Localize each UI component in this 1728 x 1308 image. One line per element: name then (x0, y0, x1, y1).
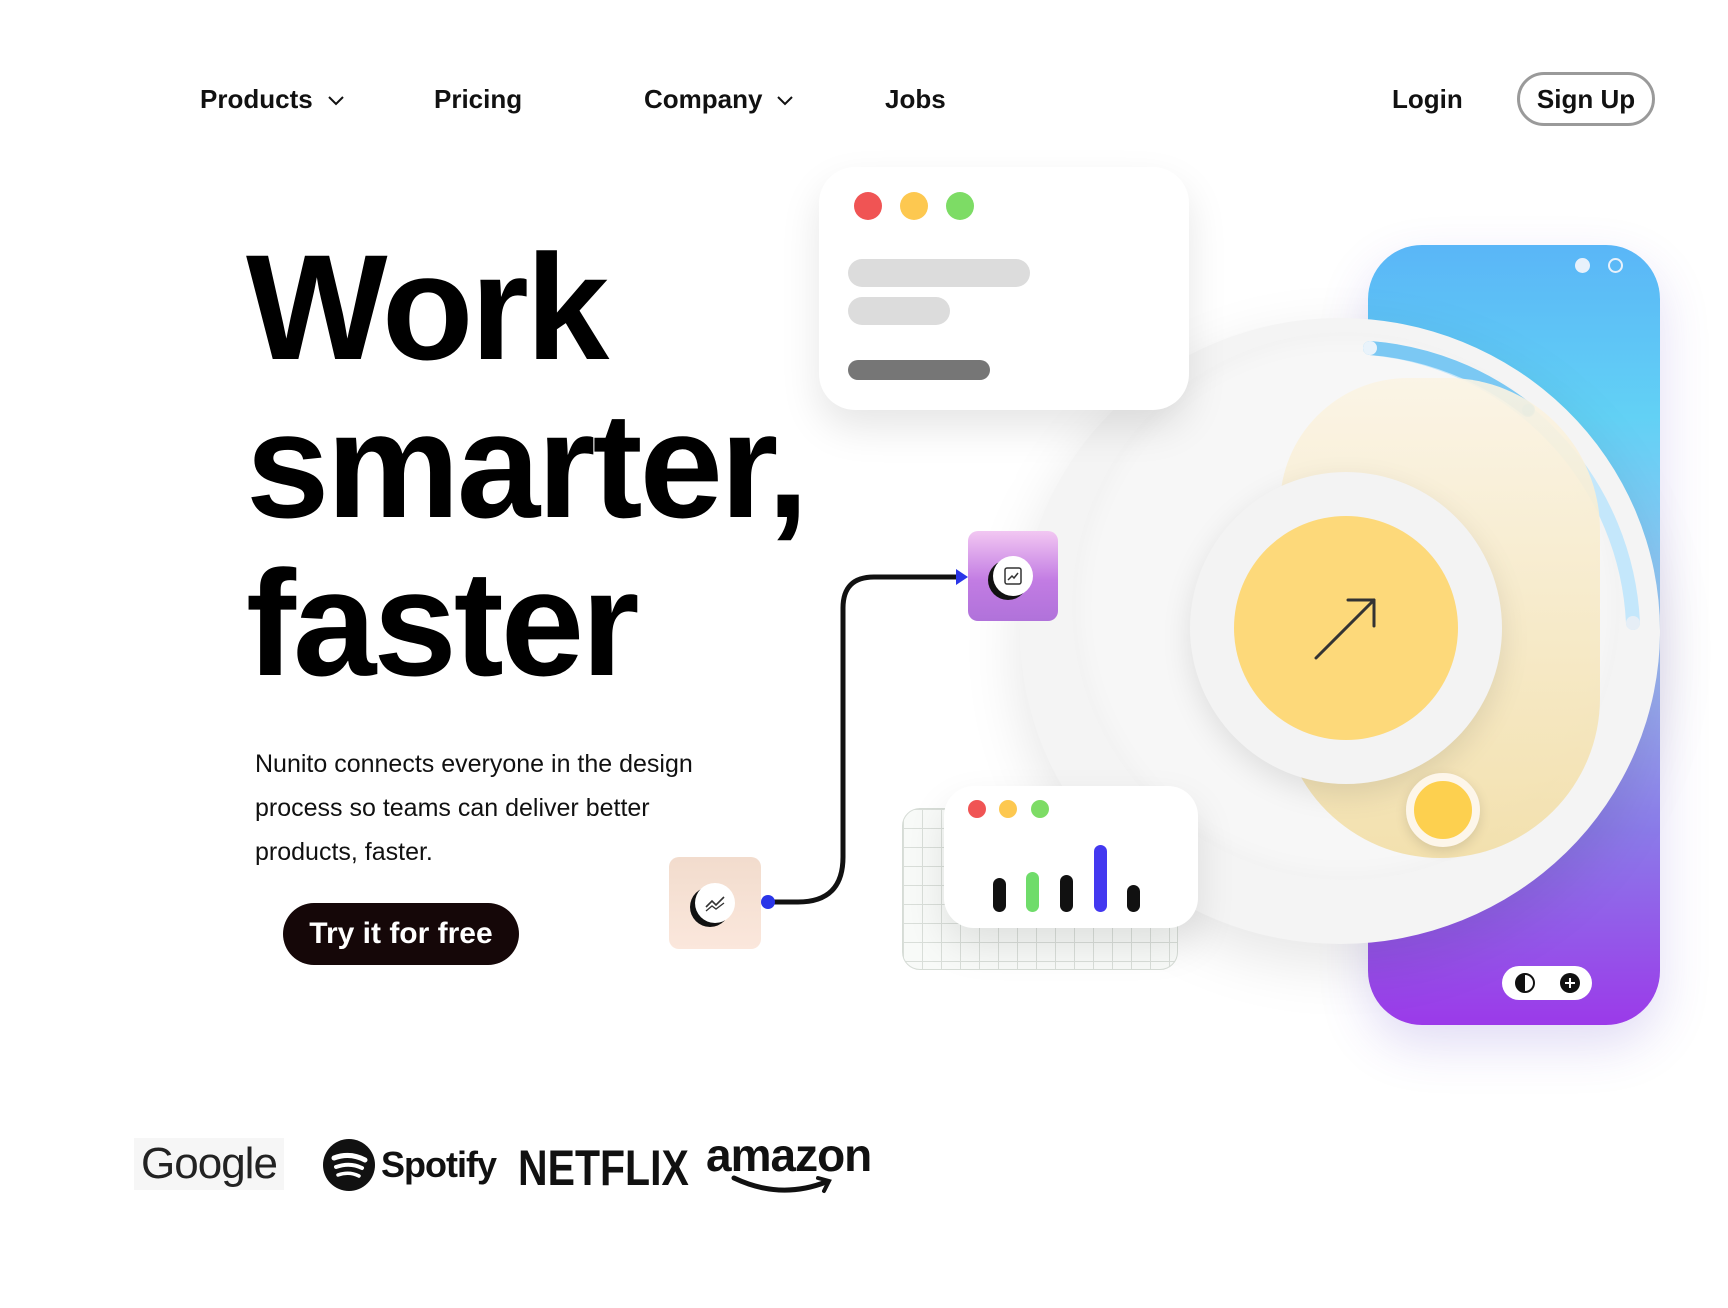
spotify-logo: Spotify (323, 1138, 497, 1192)
window-yellow-dot (900, 192, 928, 220)
chart-green-dot (1031, 800, 1049, 818)
window-line-1 (848, 259, 1030, 287)
hero-title-line-2: smarter, (246, 381, 809, 549)
amazon-logo: amazon (706, 1129, 872, 1200)
signup-label: Sign Up (1536, 83, 1636, 114)
nav-pricing[interactable]: Pricing (434, 84, 522, 115)
chart-node[interactable] (968, 531, 1058, 621)
spotify-icon (323, 1139, 375, 1191)
nav-pricing-label: Pricing (434, 84, 523, 114)
chart-icon (993, 556, 1033, 596)
arrow-up-right-icon (1314, 598, 1376, 660)
try-free-label: Try it for free (309, 917, 493, 950)
chart-red-dot (968, 800, 986, 818)
login-label: Login (1392, 84, 1463, 114)
spotify-logo-text: Spotify (381, 1144, 497, 1185)
window-red-dot (854, 192, 882, 220)
chart-bar-5 (1127, 885, 1140, 912)
netflix-logo: NETFLIX (518, 1138, 726, 1198)
login-link[interactable]: Login (1392, 84, 1463, 115)
window-green-dot (946, 192, 974, 220)
chart-bar-1 (993, 878, 1006, 912)
window-line-3 (848, 360, 990, 380)
chart-bar-4 (1094, 845, 1107, 912)
amazon-smile-icon (731, 1175, 832, 1193)
plus-icon[interactable] (1559, 972, 1581, 994)
phone-dot-outline (1608, 258, 1623, 273)
google-logo: Google (134, 1138, 284, 1190)
chevron-down-icon (777, 95, 794, 105)
nav-jobs[interactable]: Jobs (885, 84, 946, 115)
nav-products[interactable]: Products (200, 84, 347, 115)
contrast-icon[interactable] (1514, 972, 1536, 994)
chevron-down-icon (327, 95, 344, 105)
phone-dot-filled (1575, 258, 1590, 273)
hero-subtitle: Nunito connects everyone in the design p… (255, 750, 693, 866)
chart-yellow-dot (999, 800, 1017, 818)
signup-button[interactable]: Sign Up (1517, 72, 1655, 126)
chart-bar-3 (1060, 875, 1073, 912)
amazon-logo-text: amazon (706, 1129, 872, 1181)
window-line-2 (848, 297, 950, 325)
hero-title-line-1: Work (246, 223, 609, 391)
hero-title: Work smarter, faster (246, 223, 809, 707)
nav-company-label: Company (644, 84, 763, 114)
nav-products-label: Products (200, 84, 313, 114)
trend-node[interactable] (669, 857, 761, 949)
theme-toggle[interactable] (1502, 966, 1592, 1000)
chart-bar-2 (1026, 872, 1039, 912)
trend-icon (695, 883, 735, 923)
try-free-button[interactable]: Try it for free (283, 903, 519, 965)
google-logo-text: Google (141, 1139, 278, 1188)
hero-title-line-3: faster (246, 539, 640, 707)
small-sun (1406, 773, 1480, 847)
nav-company[interactable]: Company (644, 84, 796, 115)
sun-circle (1234, 516, 1458, 740)
netflix-logo-text: NETFLIX (518, 1140, 689, 1196)
nav-jobs-label: Jobs (885, 84, 946, 114)
